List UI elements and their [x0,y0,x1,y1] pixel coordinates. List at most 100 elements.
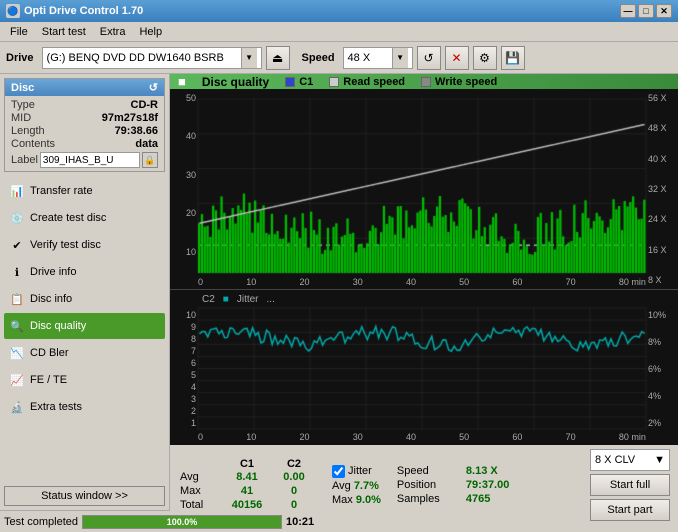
avg-c1: 8.41 [222,470,272,484]
drive-selector[interactable]: (G:) BENQ DVD DD DW1640 BSRB ▼ [42,47,262,69]
length-label: Length [11,125,45,137]
nav-transfer-rate[interactable]: 📊 Transfer rate [4,178,165,204]
c2-y-axis-right: 10%8%6%4%2% [646,290,678,444]
stats-table: C1 C2 Avg 8.41 0.00 Max 41 0 Total 40156… [178,458,316,512]
transfer-rate-icon: 📊 [10,184,24,198]
length-value: 79:38.66 [115,125,158,137]
disc-header: Disc ↺ [5,79,164,96]
minimize-button[interactable]: — [620,4,636,18]
c1-chart: 5040302010 56 X48 X40 X32 X24 X16 X8 X 0… [170,89,678,289]
progress-bar-fill: 100.0% [83,516,281,528]
max-c1: 41 [222,484,272,498]
col-header-c1: C1 [222,458,272,470]
nav-create-test-disc[interactable]: 💿 Create test disc [4,205,165,231]
sidebar: Disc ↺ Type CD-R MID 97m27s18f Length 79… [0,74,170,510]
refresh-button[interactable]: ↺ [417,46,441,70]
position-stat-value: 79:37.00 [466,479,536,491]
mid-label: MID [11,112,31,124]
nav-verify-test-disc-label: Verify test disc [30,239,101,251]
jitter-label: Jitter [237,294,259,305]
label-key: Label [11,154,38,166]
maximize-button[interactable]: □ [638,4,654,18]
nav-fe-te[interactable]: 📈 FE / TE [4,367,165,393]
speed-position-table: Speed 8.13 X Position 79:37.00 Samples 4… [397,465,536,505]
app-title: Opti Drive Control 1.70 [24,5,143,17]
jitter-checkbox[interactable] [332,465,345,478]
jitter-avg-label: Avg [332,480,354,492]
speed-stat-label: Speed [397,465,462,477]
samples-stat-value: 4765 [466,493,536,505]
status-time: 10:21 [286,516,314,528]
contents-value: data [135,138,158,150]
avg-c2: 0.00 [272,470,316,484]
speed-clv-value: 8 X CLV [595,454,635,466]
disc-info: Type CD-R MID 97m27s18f Length 79:38.66 … [5,96,164,171]
write-speed-legend: Write speed [421,76,497,88]
total-label: Total [178,498,222,512]
nav-transfer-rate-label: Transfer rate [30,185,93,197]
mid-value: 97m27s18f [102,112,158,124]
c1-y-axis-right: 56 X48 X40 X32 X24 X16 X8 X [646,89,678,289]
jitter-label-text: Jitter [348,465,372,477]
jitter-max-value: 9.0% [356,494,381,506]
nav-verify-test-disc[interactable]: ✔ Verify test disc [4,232,165,258]
menu-help[interactable]: Help [133,24,168,40]
menu-file[interactable]: File [4,24,34,40]
col-header-empty [178,458,222,470]
toolbar: Drive (G:) BENQ DVD DD DW1640 BSRB ▼ ⏏ S… [0,42,678,74]
content-area: ■ Disc quality C1 Read speed Write speed [170,74,678,510]
speed-clv-dropdown[interactable]: 8 X CLV ▼ [590,449,670,471]
start-full-button[interactable]: Start full [590,474,670,496]
save-button[interactable]: 💾 [501,46,525,70]
c1-legend-dot [285,77,295,87]
disc-quality-icon: 🔍 [10,319,24,333]
extra-tests-icon: 🔬 [10,400,24,414]
menu-start-test[interactable]: Start test [36,24,92,40]
verify-test-disc-icon: ✔ [10,238,24,252]
options-button[interactable]: ⚙ [473,46,497,70]
type-label: Type [11,99,35,111]
title-bar: 🔵 Opti Drive Control 1.70 — □ ✕ [0,0,678,22]
nav-disc-quality-label: Disc quality [30,320,86,332]
chart-header: ■ Disc quality C1 Read speed Write speed [170,74,678,89]
start-part-button[interactable]: Start part [590,499,670,521]
c1-legend-label: C1 [299,76,313,88]
charts-container: 5040302010 56 X48 X40 X32 X24 X16 X8 X 0… [170,89,678,444]
clear-button[interactable]: ✕ [445,46,469,70]
read-speed-legend: Read speed [329,76,405,88]
c2-x-axis: 01020304050607080 min [198,432,646,442]
write-speed-legend-dot [421,77,431,87]
menu-extra[interactable]: Extra [94,24,132,40]
nav-extra-tests[interactable]: 🔬 Extra tests [4,394,165,420]
speed-dropdown-arrow: ▼ [392,48,408,68]
cd-bler-icon: 📉 [10,346,24,360]
c1-y-axis: 5040302010 [170,89,198,289]
jitter-checkbox-row: Jitter [332,465,381,478]
drive-label: Drive [6,52,34,64]
nav-disc-info-label: Disc info [30,293,72,305]
label-edit-button[interactable]: 🔒 [142,152,158,168]
col-header-c2: C2 [272,458,316,470]
nav-create-test-disc-label: Create test disc [30,212,106,224]
speed-selector[interactable]: 48 X ▼ [343,47,413,69]
max-label: Max [178,484,222,498]
jitter-section: Jitter Avg 7.7% Max 9.0% [332,465,381,506]
nav-disc-info[interactable]: 📋 Disc info [4,286,165,312]
eject-button[interactable]: ⏏ [266,46,290,70]
disc-refresh-icon[interactable]: ↺ [149,81,158,94]
action-section: 8 X CLV ▼ Start full Start part [590,449,670,521]
total-c2: 0 [272,498,316,512]
c2-chart: C2 ■ Jitter ... 10987654321 10%8%6%4%2% … [170,289,678,444]
jitter-max-row: Max 9.0% [332,494,381,506]
status-window-button[interactable]: Status window >> [4,486,165,506]
disc-panel: Disc ↺ Type CD-R MID 97m27s18f Length 79… [4,78,165,172]
nav-disc-quality[interactable]: 🔍 Disc quality [4,313,165,339]
close-button[interactable]: ✕ [656,4,672,18]
disc-info-icon: 📋 [10,292,24,306]
label-input[interactable] [40,152,140,168]
fe-te-icon: 📈 [10,373,24,387]
progress-text: 100.0% [167,517,198,527]
nav-drive-info[interactable]: ℹ Drive info [4,259,165,285]
nav-cd-bler[interactable]: 📉 CD Bler [4,340,165,366]
disc-quality-title: Disc quality [202,75,269,89]
